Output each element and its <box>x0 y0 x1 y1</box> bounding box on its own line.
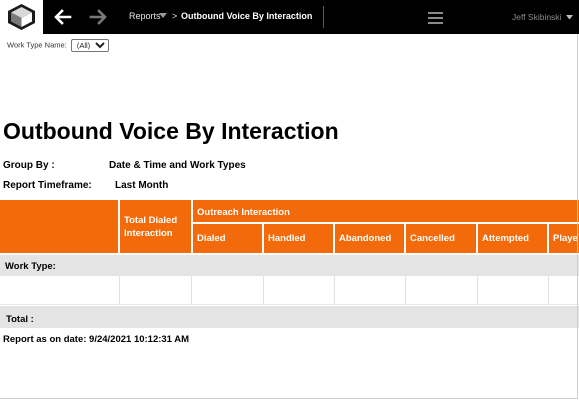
app-logo[interactable] <box>0 0 43 34</box>
report-title: Outbound Voice By Interaction <box>3 118 339 144</box>
top-navigation-bar: Reports > Outbound Voice By Interaction … <box>0 0 579 34</box>
table-header-col: Cancelled <box>406 224 476 253</box>
user-name[interactable]: Jeff Skibinski <box>512 12 561 22</box>
table-header-blank <box>0 200 118 253</box>
timeframe-value: Last Month <box>115 180 169 191</box>
table-header-col: Playe <box>549 224 579 253</box>
outreach-group-header: Outreach Interaction <box>197 207 290 218</box>
total-row-label: Total : <box>6 314 34 325</box>
total-row: Total : <box>0 306 579 328</box>
work-type-group-row: Work Type: <box>0 255 579 276</box>
chevron-down-icon[interactable] <box>159 13 167 19</box>
report-table: Total Dialed Interaction Outreach Intera… <box>0 200 579 329</box>
column-header-attempted: Attempted <box>482 233 529 244</box>
table-header-col: Dialed <box>193 224 262 253</box>
work-type-select[interactable]: (All) <box>70 39 109 52</box>
work-type-row-label: Work Type: <box>5 261 56 272</box>
report-date: Report as on date: 9/24/2021 10:12:31 AM <box>3 334 190 345</box>
column-header-dialed: Dialed <box>197 233 226 244</box>
work-type-filter-label: Work Type Name: <box>7 40 67 50</box>
table-header-total-dialed: Total Dialed Interaction <box>120 200 191 253</box>
breadcrumb-separator: > <box>172 11 178 21</box>
table-header-col: Attempted <box>478 224 547 253</box>
breadcrumb-current-page: Outbound Voice By Interaction <box>181 11 313 21</box>
breadcrumb-reports[interactable]: Reports <box>129 11 161 21</box>
column-header-cancelled: Cancelled <box>410 233 455 244</box>
total-dialed-header-line2: Interaction <box>124 228 173 239</box>
column-header-abandoned: Abandoned <box>339 233 392 244</box>
back-arrow-icon[interactable] <box>54 9 72 25</box>
column-header-played: Playe <box>553 233 578 244</box>
table-row <box>0 276 579 305</box>
total-dialed-header-line1: Total Dialed <box>124 215 178 226</box>
hamburger-menu-icon[interactable] <box>428 12 443 24</box>
timeframe-label: Report Timeframe: <box>3 180 92 191</box>
table-header-col: Handled <box>264 224 333 253</box>
cube-logo-icon <box>8 4 35 30</box>
group-by-label: Group By : <box>3 160 55 171</box>
group-by-value: Date & Time and Work Types <box>109 160 246 171</box>
table-header-col: Abandoned <box>335 224 404 253</box>
column-header-handled: Handled <box>268 233 306 244</box>
header-divider <box>323 6 324 28</box>
user-menu-caret-icon[interactable] <box>566 15 573 20</box>
table-header-outreach-group: Outreach Interaction <box>193 200 579 222</box>
work-type-filter: Work Type Name: (All) <box>7 39 109 52</box>
forward-arrow-icon[interactable] <box>89 9 107 25</box>
